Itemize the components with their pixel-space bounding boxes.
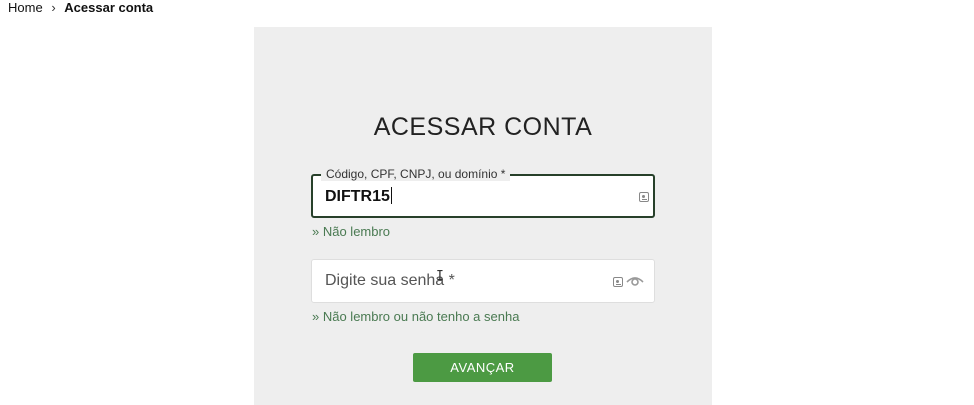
breadcrumb: Home › Acessar conta: [8, 0, 153, 15]
breadcrumb-separator: ›: [51, 0, 56, 15]
forgot-code-link[interactable]: » Não lembro: [312, 224, 390, 239]
breadcrumb-current: Acessar conta: [64, 0, 154, 15]
text-cursor-icon: I: [436, 269, 444, 284]
id-card-icon[interactable]: [639, 192, 649, 202]
code-field[interactable]: Código, CPF, CNPJ, ou domínio * DIFTR15: [311, 167, 655, 218]
forgot-password-link[interactable]: » Não lembro ou não tenho a senha: [312, 309, 519, 324]
code-field-value[interactable]: DIFTR15: [325, 187, 392, 206]
eye-icon[interactable]: [626, 275, 644, 287]
password-field[interactable]: Digite sua senha *: [311, 259, 655, 303]
page-title: ACESSAR CONTA: [373, 113, 593, 141]
id-card-icon[interactable]: [613, 277, 623, 287]
code-field-label: Código, CPF, CNPJ, ou domínio *: [321, 167, 511, 181]
submit-button[interactable]: AVANÇAR: [413, 353, 552, 382]
breadcrumb-home-link[interactable]: Home: [8, 0, 43, 15]
text-caret: [390, 187, 392, 204]
